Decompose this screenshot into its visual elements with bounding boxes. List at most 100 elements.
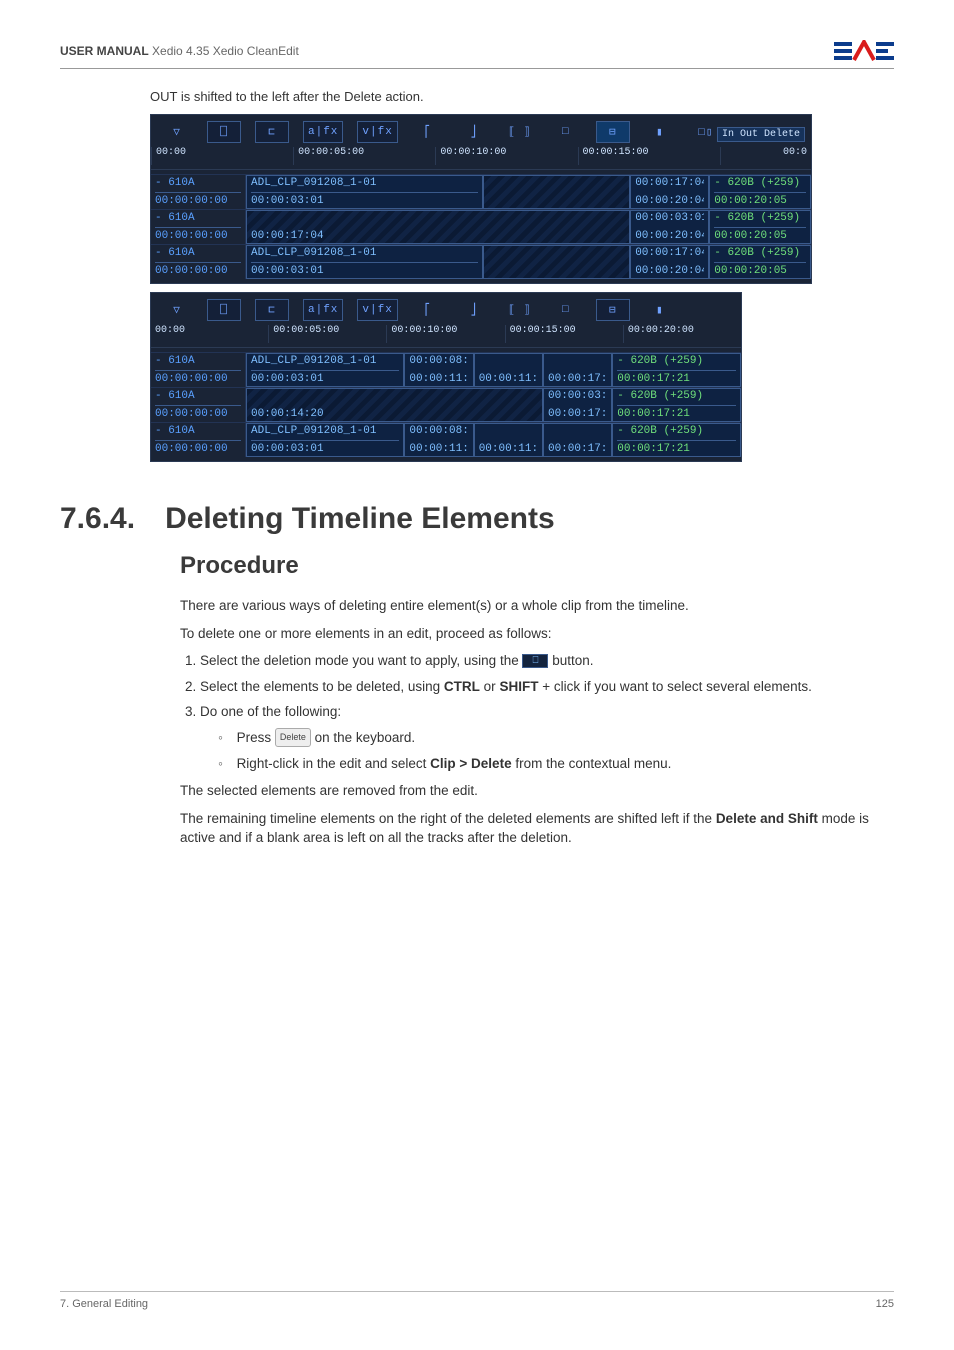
paragraph: The remaining timeline elements on the r…	[180, 809, 894, 848]
ruler-tick: 00:00:20:00	[623, 325, 741, 343]
caption: OUT is shifted to the left after the Del…	[150, 89, 894, 104]
clip-tc: 00:00:00:00	[155, 408, 241, 420]
clip-segment-out[interactable]: - 620B (+259) 00:00:17:21	[612, 423, 741, 457]
toolbar-btn[interactable]: □	[550, 300, 582, 320]
gap-segment: 00:00:17:04	[246, 210, 630, 244]
ruler-tail: 00:0	[783, 147, 807, 158]
clip-tc: 00:00:00:00	[155, 230, 241, 242]
section-number: 7.6.4.	[60, 502, 135, 536]
clip-segment[interactable]: ADL_CLP_091208_1-01 00:00:03:01	[246, 353, 404, 387]
clip-label: - 610A	[155, 212, 241, 224]
clip-segment[interactable]: 00:00:17:04 00:00:20:04	[630, 175, 709, 209]
toolbar-btn[interactable]: a|fx	[303, 121, 343, 143]
page-footer: 7. General Editing 125	[60, 1291, 894, 1310]
clip-segment[interactable]: 00:00:08:17 00:00:11:17	[404, 353, 473, 387]
clip-tc: 00:00:00:00	[155, 443, 241, 455]
clip-segment-out[interactable]: - 620B (+259) 00:00:17:21	[612, 388, 741, 422]
clip-segment[interactable]: 00:00:17:20	[543, 423, 612, 457]
tooltip-in-out-delete: In Out Delete	[717, 127, 805, 142]
step-item: Do one of the following: Press Delete on…	[200, 702, 894, 773]
section-heading: 7.6.4. Deleting Timeline Elements	[60, 502, 894, 536]
step-item: Select the elements to be deleted, using…	[200, 677, 894, 697]
clip-segment-out[interactable]: - 620B (+259) 00:00:20:05	[709, 175, 811, 209]
clip-tc: 00:00:00:00	[155, 373, 241, 385]
clip-tc: 00:00:00:00	[155, 265, 241, 277]
paragraph: To delete one or more elements in an edi…	[180, 624, 894, 644]
timeline-ruler: 00:00 00:00:05:00 00:00:10:00 00:00:15:0…	[151, 323, 741, 348]
gap-segment	[483, 175, 630, 209]
manual-label: USER MANUAL	[60, 44, 149, 58]
audio-track: - 610A 00:00:00:00 00:00:17:04 00:00:03:…	[151, 209, 811, 244]
product-name: Xedio 4.35	[152, 44, 209, 58]
delete-mode-button[interactable]: ⊟	[596, 121, 630, 143]
ruler-tick: 00:00:15:00	[505, 325, 623, 343]
clip-label: - 610A	[155, 355, 241, 367]
timeline-toolbar: ▽ ⎕ ⊏ a|fx v|fx ⎡ ⎦ ⟦ ⟧ □ ⊟ ▮	[151, 293, 741, 323]
paragraph: There are various ways of deleting entir…	[180, 596, 894, 616]
toolbar-btn[interactable]: ▮	[644, 122, 676, 142]
toolbar-btn[interactable]: v|fx	[357, 299, 397, 321]
ruler-tick: 00:0	[720, 147, 811, 165]
toolbar-btn[interactable]: ⟦ ⟧	[504, 122, 536, 142]
page-header: USER MANUAL Xedio 4.35 Xedio CleanEdit	[60, 40, 894, 69]
toolbar-btn[interactable]: ⎡	[412, 300, 444, 320]
delete-key-icon: Delete	[275, 728, 311, 747]
clip-label: - 610A	[155, 247, 241, 259]
audio-track: - 610A 00:00:00:00 ADL_CLP_091208_1-01 0…	[151, 422, 741, 457]
ruler-tick: 00:00	[151, 147, 293, 165]
timeline-before: ▽ ⎕ ⊏ a|fx v|fx ⎡ ⎦ ⟦ ⟧ □ ⊟ ▮ □▯ In Out …	[150, 114, 812, 284]
clip-segment-out[interactable]: - 620B (+259) 00:00:20:05	[709, 245, 811, 279]
toolbar-btn[interactable]: ▽	[161, 122, 193, 142]
audio-track: - 610A 00:00:00:00 00:00:14:20 00:00:03:…	[151, 387, 741, 422]
audio-track: - 610A 00:00:00:00 ADL_CLP_091208_1-01 0…	[151, 244, 811, 279]
gap-segment: 00:00:14:20	[246, 388, 543, 422]
toolbar-btn[interactable]: ⎦	[458, 122, 490, 142]
sub-step: Press Delete on the keyboard.	[218, 728, 894, 748]
header-title: USER MANUAL Xedio 4.35 Xedio CleanEdit	[60, 44, 299, 58]
body-text: There are various ways of deleting entir…	[180, 596, 894, 848]
video-track: - 610A 00:00:00:00 ADL_CLP_091208_1-01 0…	[151, 174, 811, 209]
clip-label: - 610A	[155, 425, 241, 437]
clip-segment-out[interactable]: - 620B (+259) 00:00:17:21	[612, 353, 741, 387]
clip-segment[interactable]: ADL_CLP_091208_1-01 00:00:03:01	[246, 245, 483, 279]
footer-chapter: 7. General Editing	[60, 1298, 148, 1310]
toolbar-btn[interactable]: ⎡	[412, 122, 444, 142]
clip-segment-out[interactable]: - 620B (+259) 00:00:20:05	[709, 210, 811, 244]
ruler-tick: 00:00:05:00	[293, 147, 435, 165]
clip-segment[interactable]: ADL_CLP_091208_1-01 00:00:03:01	[246, 175, 483, 209]
toolbar-btn[interactable]: ▽	[161, 300, 193, 320]
toolbar-btn[interactable]: ⎦	[458, 300, 490, 320]
sub-step: Right-click in the edit and select Clip …	[218, 754, 894, 774]
toolbar-btn[interactable]: ⊟	[596, 299, 630, 321]
ruler-tick: 00:00:15:00	[578, 147, 720, 165]
clip-segment[interactable]: 00:00:08:17 00:00:11:17	[404, 423, 473, 457]
clip-segment[interactable]: 00:00:11:18	[474, 423, 543, 457]
toolbar-btn[interactable]: ▮	[644, 300, 676, 320]
clip-segment[interactable]: 00:00:03:01 00:00:17:20	[543, 388, 612, 422]
toolbar-btn[interactable]: ⎕	[207, 121, 241, 143]
toolbar-btn[interactable]: ⟦ ⟧	[504, 300, 536, 320]
procedure-heading: Procedure	[180, 552, 894, 580]
module-name: Xedio CleanEdit	[213, 44, 299, 58]
clip-segment[interactable]: ADL_CLP_091208_1-01 00:00:03:01	[246, 423, 404, 457]
clip-segment[interactable]: 00:00:11:18	[474, 353, 543, 387]
toolbar-btn[interactable]: v|fx	[357, 121, 397, 143]
section-title: Deleting Timeline Elements	[165, 502, 555, 536]
clip-label: - 610A	[155, 390, 241, 402]
toolbar-btn[interactable]: ⊏	[255, 121, 289, 143]
ruler-tick: 00:00:10:00	[435, 147, 577, 165]
clip-segment[interactable]: 00:00:17:20	[543, 353, 612, 387]
gap-segment	[483, 245, 630, 279]
delete-mode-icon[interactable]: ⎕	[522, 654, 548, 668]
clip-segment[interactable]: 00:00:03:01 00:00:20:04	[630, 210, 709, 244]
clip-segment[interactable]: 00:00:17:04 00:00:20:04	[630, 245, 709, 279]
timeline-ruler: In Out Delete 00:00 00:00:05:00 00:00:10…	[151, 145, 811, 170]
toolbar-btn[interactable]: ⊏	[255, 299, 289, 321]
toolbar-btn[interactable]: a|fx	[303, 299, 343, 321]
timeline-after: ▽ ⎕ ⊏ a|fx v|fx ⎡ ⎦ ⟦ ⟧ □ ⊟ ▮ 00:00 00:0…	[150, 292, 742, 462]
ruler-tick: 00:00	[151, 325, 268, 343]
ruler-tick: 00:00:10:00	[386, 325, 504, 343]
toolbar-btn[interactable]: ⎕	[207, 299, 241, 321]
step-item: Select the deletion mode you want to app…	[200, 651, 894, 671]
toolbar-btn[interactable]: □	[550, 122, 582, 142]
